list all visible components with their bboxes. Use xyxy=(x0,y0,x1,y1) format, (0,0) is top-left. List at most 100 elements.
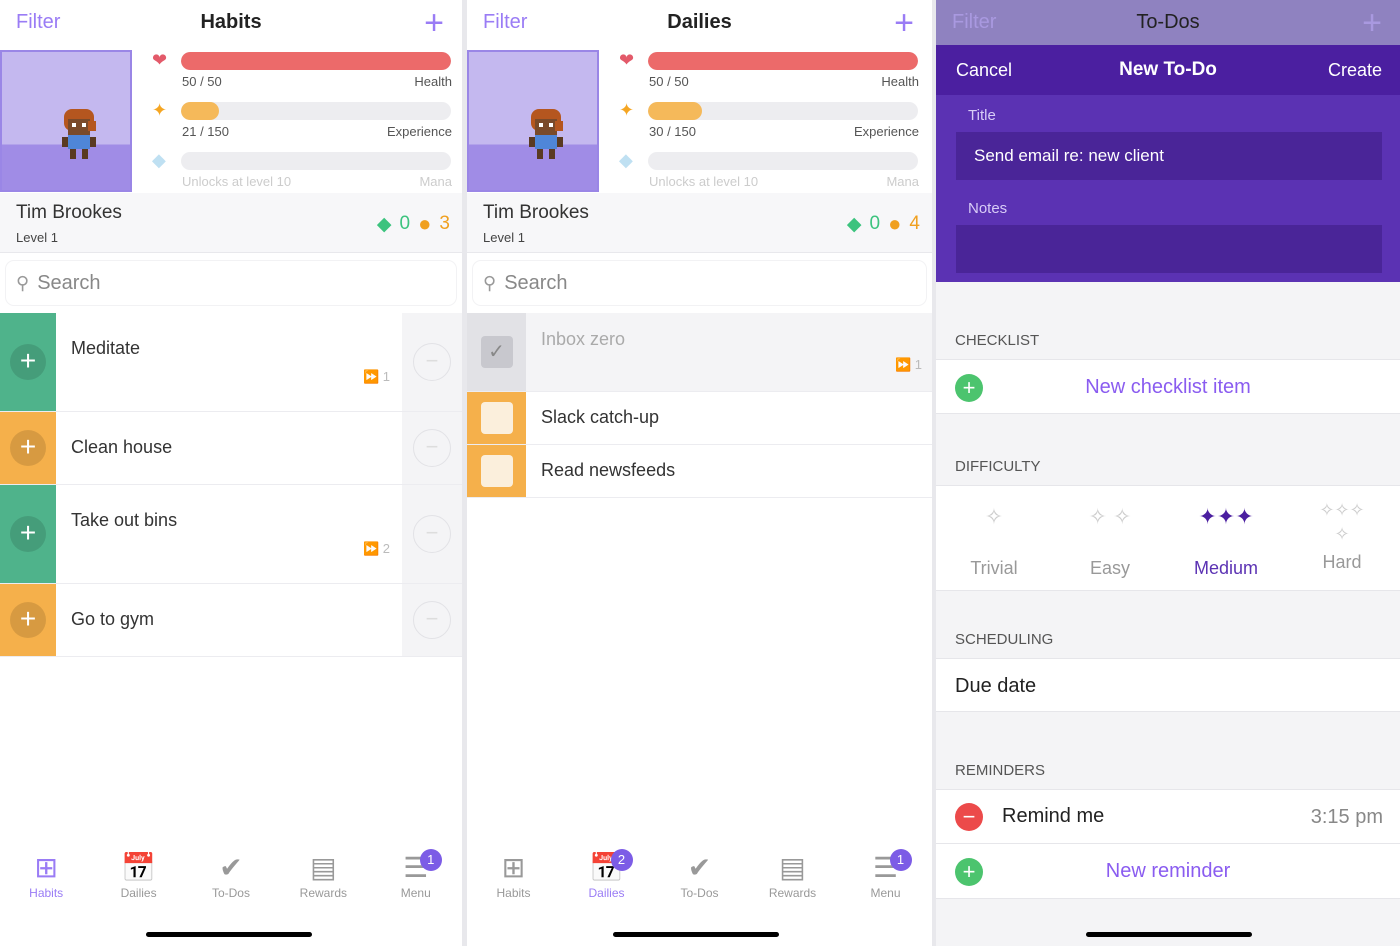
tab-bar: ⊞ Habits 📅 Dailies 2 ✔ To-Dos ▤ Rewards ☰ Menu 1 xyxy=(467,849,932,900)
habit-title[interactable]: Meditate xyxy=(71,338,140,359)
home-indicator xyxy=(146,932,312,937)
daily-row: Slack catch-up xyxy=(467,392,932,445)
health-value: 50 / 50 xyxy=(649,74,689,89)
health-labels: 50 / 50 Health xyxy=(182,74,452,89)
new-reminder-row[interactable]: + New reminder xyxy=(936,843,1400,899)
difficulty-label: Medium xyxy=(1193,558,1259,578)
difficulty-trivial[interactable]: ✧ Trivial xyxy=(936,486,1052,590)
page-title: Dailies xyxy=(667,11,732,33)
difficulty-stars-icon: ✦✦✦ xyxy=(1198,504,1254,529)
daily-checkbox[interactable]: ✓ xyxy=(467,313,526,391)
streak-count: 1 xyxy=(382,369,390,384)
avatar[interactable] xyxy=(467,50,599,192)
experience-label: Experience xyxy=(386,124,452,139)
user-info: Tim Brookes Level 1 ◆ 0 ● 3 xyxy=(0,193,462,253)
gold-count: 4 xyxy=(909,213,920,234)
tab-label: To-Dos xyxy=(680,886,719,900)
habit-title[interactable]: Clean house xyxy=(71,437,172,458)
mana-drop-icon: ◆ xyxy=(152,150,166,170)
experience-value: 30 / 150 xyxy=(649,124,696,139)
streak-counter: ⏩ 2 xyxy=(363,541,390,557)
scheduling-header: SCHEDULING xyxy=(955,631,1054,648)
dailies-panel: Filter Dailies + ❤ 50 / 50 Health ✦ 30 / 150 Exp… xyxy=(467,0,932,946)
minus-icon: − xyxy=(413,601,451,639)
tab-label: Rewards xyxy=(299,886,348,900)
habit-plus-button[interactable]: + xyxy=(0,412,56,484)
notes-label: Notes xyxy=(968,200,1008,217)
daily-title[interactable]: Slack catch-up xyxy=(541,407,659,428)
difficulty-easy[interactable]: ✧ ✧ Easy xyxy=(1052,486,1168,590)
difficulty-stars-icon: ✧ xyxy=(984,504,1004,529)
search-placeholder: Search xyxy=(504,271,568,294)
gold-icon: ● xyxy=(888,211,902,236)
mana-bar xyxy=(648,152,918,170)
calendar-icon: 📅 xyxy=(121,852,157,883)
habit-title[interactable]: Take out bins xyxy=(71,510,177,531)
add-button[interactable]: + xyxy=(1362,4,1382,43)
tab-dailies[interactable]: 📅 Dailies xyxy=(99,850,179,900)
habits-icon: ⊞ xyxy=(34,852,58,883)
habit-plus-button[interactable]: + xyxy=(0,584,56,656)
reminder-row[interactable]: − Remind me 3:15 pm xyxy=(936,789,1400,843)
experience-labels: 30 / 150 Experience xyxy=(649,124,919,139)
gold-icon: ● xyxy=(418,211,432,236)
home-indicator xyxy=(1086,932,1252,937)
difficulty-label: Hard xyxy=(1322,552,1362,572)
tab-menu[interactable]: ☰ Menu 1 xyxy=(376,849,456,900)
new-checklist-item-row[interactable]: + New checklist item xyxy=(936,359,1400,414)
search-input[interactable]: ⚲ Search xyxy=(473,261,926,305)
filter-button[interactable]: Filter xyxy=(16,11,60,34)
header: Filter Dailies + xyxy=(467,0,932,45)
check-circle-icon: ✔ xyxy=(219,852,243,883)
tab-to-dos[interactable]: ✔ To-Dos xyxy=(191,850,271,900)
tab-menu[interactable]: ☰ Menu 1 xyxy=(846,849,926,900)
avatar[interactable] xyxy=(0,50,132,192)
create-button[interactable]: Create xyxy=(1328,60,1382,81)
reminder-time[interactable]: 3:15 pm xyxy=(1311,806,1383,829)
tab-habits[interactable]: ⊞ Habits xyxy=(474,850,554,900)
habit-plus-button[interactable]: + xyxy=(0,313,56,411)
page-title: Habits xyxy=(200,11,262,33)
reminders-header: REMINDERS xyxy=(955,762,1046,779)
heart-icon: ❤ xyxy=(152,50,168,70)
character-sprite xyxy=(58,107,102,167)
search-input[interactable]: ⚲ Search xyxy=(6,261,456,305)
minus-icon: − xyxy=(413,429,451,467)
filter-button[interactable]: Filter xyxy=(952,11,996,34)
due-date-row[interactable]: Due date xyxy=(936,658,1400,712)
daily-checkbox[interactable] xyxy=(467,445,526,497)
tab-rewards[interactable]: ▤ Rewards xyxy=(753,850,833,900)
tab-dailies[interactable]: 📅 Dailies 2 xyxy=(567,849,647,900)
daily-title[interactable]: Inbox zero xyxy=(541,329,625,350)
habit-minus-button[interactable]: − xyxy=(402,412,462,484)
add-button[interactable]: + xyxy=(424,4,444,43)
add-button[interactable]: + xyxy=(894,4,914,43)
filter-button[interactable]: Filter xyxy=(483,11,527,34)
remove-circle-icon[interactable]: − xyxy=(955,803,983,831)
tab-to-dos[interactable]: ✔ To-Dos xyxy=(660,850,740,900)
habit-minus-button[interactable]: − xyxy=(402,584,462,656)
header: Filter To-Dos + xyxy=(936,0,1400,45)
search-icon: ⚲ xyxy=(483,272,497,293)
tab-badge: 1 xyxy=(889,849,912,871)
difficulty-hard[interactable]: ✧✧✧✧ Hard xyxy=(1284,486,1400,590)
gold-count: 3 xyxy=(439,213,450,234)
health-labels: 50 / 50 Health xyxy=(649,74,919,89)
checkmark-icon: ✓ xyxy=(480,336,513,368)
daily-checkbox[interactable] xyxy=(467,392,526,444)
new-todo-panel: Filter To-Dos + Cancel New To-Do Create … xyxy=(936,0,1400,946)
daily-title[interactable]: Read newsfeeds xyxy=(541,460,675,481)
habit-minus-button[interactable]: − xyxy=(402,485,462,583)
habit-title[interactable]: Go to gym xyxy=(71,609,154,630)
new-reminder-label: New reminder xyxy=(1105,860,1231,882)
difficulty-medium[interactable]: ✦✦✦ Medium xyxy=(1168,486,1284,590)
health-bar-fill xyxy=(648,52,918,70)
tab-rewards[interactable]: ▤ Rewards xyxy=(283,850,363,900)
habit-plus-button[interactable]: + xyxy=(0,485,56,583)
minus-icon: − xyxy=(413,515,451,553)
notes-input[interactable] xyxy=(956,225,1382,273)
title-input[interactable]: Send email re: new client xyxy=(956,132,1382,180)
tab-habits[interactable]: ⊞ Habits xyxy=(6,850,86,900)
experience-bar-fill xyxy=(648,102,702,120)
habit-minus-button[interactable]: − xyxy=(402,313,462,411)
